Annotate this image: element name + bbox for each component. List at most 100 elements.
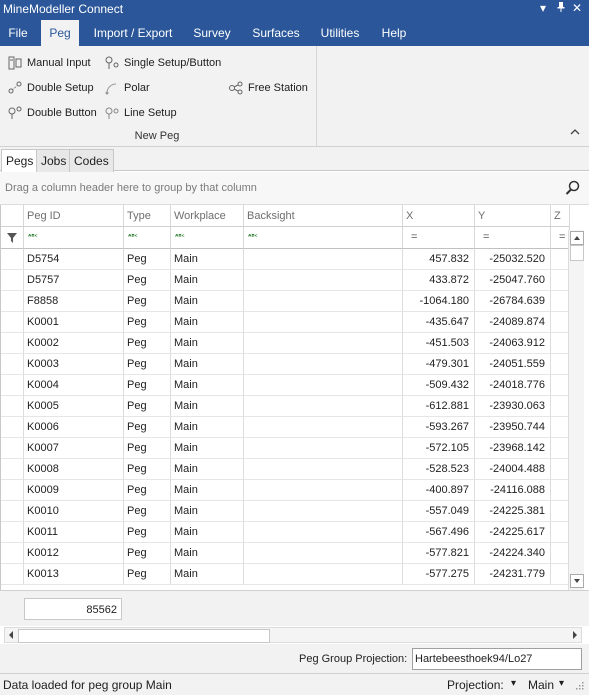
cell-y[interactable]: -24018.776 [475, 375, 551, 396]
cell-type[interactable]: Peg [124, 564, 171, 585]
column-header-type[interactable]: Type [124, 205, 171, 227]
cell-x[interactable]: 457.832 [403, 249, 475, 270]
cell-backsight[interactable] [244, 375, 403, 396]
filter-y[interactable]: = [475, 227, 551, 249]
table-row[interactable]: K0003 Peg Main -479.301 -24051.559 [1, 354, 570, 375]
cell-type[interactable]: Peg [124, 480, 171, 501]
horizontal-scroll-thumb[interactable] [18, 629, 270, 643]
table-row[interactable]: K0012 Peg Main -577.821 -24224.340 [1, 543, 570, 564]
table-row[interactable]: K0004 Peg Main -509.432 -24018.776 [1, 375, 570, 396]
table-row[interactable]: D5757 Peg Main 433.872 -25047.760 [1, 270, 570, 291]
cell-backsight[interactable] [244, 438, 403, 459]
cell-peg-id[interactable]: K0008 [24, 459, 124, 480]
cell-peg-id[interactable]: K0013 [24, 564, 124, 585]
close-icon[interactable]: ✕ [572, 1, 582, 15]
menu-file[interactable]: File [0, 20, 36, 46]
window-menu-icon[interactable]: ▾ [540, 1, 546, 15]
cell-peg-id[interactable]: K0004 [24, 375, 124, 396]
menu-survey[interactable]: Survey [188, 20, 236, 46]
double-setup-button[interactable]: Double Setup [7, 79, 94, 97]
table-row[interactable]: K0006 Peg Main -593.267 -23950.744 [1, 417, 570, 438]
cell-workplace[interactable]: Main [171, 333, 244, 354]
menu-utilities[interactable]: Utilities [315, 20, 365, 46]
collapse-ribbon-icon[interactable] [570, 126, 580, 138]
workplace-status-value[interactable]: Main [528, 678, 554, 692]
cell-y[interactable]: -24004.488 [475, 459, 551, 480]
menu-help[interactable]: Help [375, 20, 413, 46]
cell-type[interactable]: Peg [124, 333, 171, 354]
cell-backsight[interactable] [244, 522, 403, 543]
cell-workplace[interactable]: Main [171, 501, 244, 522]
cell-y[interactable]: -26784.639 [475, 291, 551, 312]
cell-x[interactable]: 433.872 [403, 270, 475, 291]
cell-peg-id[interactable]: K0002 [24, 333, 124, 354]
cell-type[interactable]: Peg [124, 522, 171, 543]
cell-type[interactable]: Peg [124, 459, 171, 480]
column-header-workplace[interactable]: Workplace [171, 205, 244, 227]
workplace-dropdown-icon[interactable]: ▾ [559, 678, 564, 689]
cell-workplace[interactable]: Main [171, 564, 244, 585]
cell-backsight[interactable] [244, 312, 403, 333]
column-header-y[interactable]: Y [475, 205, 551, 227]
cell-type[interactable]: Peg [124, 375, 171, 396]
cell-workplace[interactable]: Main [171, 396, 244, 417]
filter-x[interactable]: = [403, 227, 475, 249]
cell-peg-id[interactable]: D5757 [24, 270, 124, 291]
cell-y[interactable]: -24116.088 [475, 480, 551, 501]
cell-workplace[interactable]: Main [171, 438, 244, 459]
scroll-down-button[interactable] [570, 574, 584, 588]
cell-peg-id[interactable]: D5754 [24, 249, 124, 270]
cell-y[interactable]: -25047.760 [475, 270, 551, 291]
cell-workplace[interactable]: Main [171, 480, 244, 501]
search-icon[interactable] [565, 180, 580, 198]
cell-type[interactable]: Peg [124, 270, 171, 291]
cell-y[interactable]: -24089.874 [475, 312, 551, 333]
table-row[interactable]: K0013 Peg Main -577.275 -24231.779 [1, 564, 570, 585]
cell-type[interactable]: Peg [124, 501, 171, 522]
filter-type[interactable]: ᴬᴮᶜ [124, 227, 171, 249]
cell-type[interactable]: Peg [124, 354, 171, 375]
cell-y[interactable]: -24063.912 [475, 333, 551, 354]
cell-backsight[interactable] [244, 417, 403, 438]
cell-peg-id[interactable]: K0010 [24, 501, 124, 522]
cell-y[interactable]: -25032.520 [475, 249, 551, 270]
free-station-button[interactable]: Free Station [228, 79, 308, 97]
tab-jobs[interactable]: Jobs [36, 149, 72, 172]
cell-x[interactable]: -572.105 [403, 438, 475, 459]
cell-type[interactable]: Peg [124, 249, 171, 270]
filter-backsight[interactable]: ᴬᴮᶜ [244, 227, 403, 249]
cell-x[interactable]: -451.503 [403, 333, 475, 354]
cell-type[interactable]: Peg [124, 417, 171, 438]
cell-y[interactable]: -24231.779 [475, 564, 551, 585]
cell-backsight[interactable] [244, 291, 403, 312]
cell-y[interactable]: -24225.381 [475, 501, 551, 522]
column-header-backsight[interactable]: Backsight [244, 205, 403, 227]
cell-type[interactable]: Peg [124, 543, 171, 564]
line-setup-button[interactable]: Line Setup [104, 104, 177, 122]
cell-x[interactable]: -557.049 [403, 501, 475, 522]
table-row[interactable]: K0011 Peg Main -567.496 -24225.617 [1, 522, 570, 543]
cell-workplace[interactable]: Main [171, 522, 244, 543]
menu-import-export[interactable]: Import / Export [85, 20, 181, 46]
cell-backsight[interactable] [244, 480, 403, 501]
group-by-panel[interactable]: Drag a column header here to group by th… [0, 172, 589, 205]
table-row[interactable]: K0001 Peg Main -435.647 -24089.874 [1, 312, 570, 333]
cell-peg-id[interactable]: K0009 [24, 480, 124, 501]
table-row[interactable]: K0002 Peg Main -451.503 -24063.912 [1, 333, 570, 354]
table-row[interactable]: D5754 Peg Main 457.832 -25032.520 [1, 249, 570, 270]
cell-type[interactable]: Peg [124, 396, 171, 417]
menu-surfaces[interactable]: Surfaces [248, 20, 304, 46]
cell-x[interactable]: -593.267 [403, 417, 475, 438]
menu-peg[interactable]: Peg [41, 20, 79, 46]
cell-peg-id[interactable]: K0006 [24, 417, 124, 438]
cell-backsight[interactable] [244, 459, 403, 480]
table-row[interactable]: K0009 Peg Main -400.897 -24116.088 [1, 480, 570, 501]
cell-workplace[interactable]: Main [171, 270, 244, 291]
cell-backsight[interactable] [244, 396, 403, 417]
cell-workplace[interactable]: Main [171, 375, 244, 396]
cell-x[interactable]: -528.523 [403, 459, 475, 480]
cell-backsight[interactable] [244, 543, 403, 564]
scroll-up-button[interactable] [570, 231, 584, 245]
cell-backsight[interactable] [244, 501, 403, 522]
cell-x[interactable]: -577.821 [403, 543, 475, 564]
